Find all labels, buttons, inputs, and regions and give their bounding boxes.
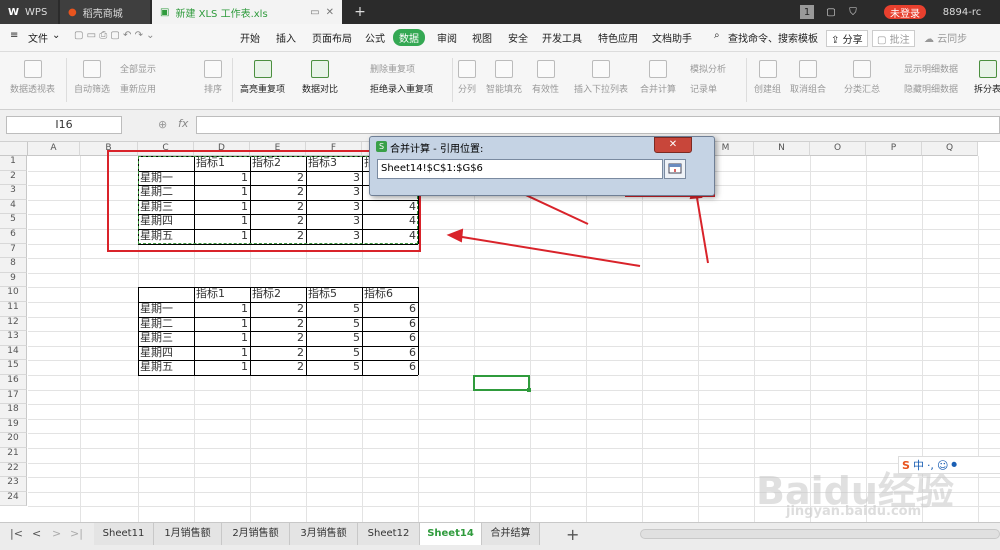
collapse-dialog-button[interactable]	[664, 159, 686, 179]
sheet-tab-bar: |< < > >| + Sheet11 1月销售额 2月销售额 3月销售额 Sheet1…	[0, 522, 1000, 550]
emoji-icon: ☺	[936, 458, 949, 472]
sogou-icon: S	[902, 458, 910, 472]
sheet-tab-7[interactable]: 合并结算	[482, 523, 540, 545]
sheet-tab-1[interactable]: Sheet11	[94, 523, 154, 545]
dialog-title: 合并计算 - 引用位置:	[390, 144, 484, 155]
arrow-to-button	[695, 191, 709, 264]
sheet-tab-4[interactable]: 3月销售额	[290, 523, 358, 545]
close-icon: ✕	[668, 139, 678, 150]
punctuation-icon: ·,	[926, 458, 934, 472]
watermark-url: jingyan.baidu.com	[786, 504, 922, 519]
dialog-app-icon: S	[376, 141, 387, 152]
merge-calc-dialog: S 合并计算 - 引用位置: ✕ Sheet14!$C$1:$G$6	[369, 136, 715, 196]
first-sheet-icon[interactable]: |<	[10, 527, 23, 540]
range-select-icon	[668, 163, 682, 174]
dialog-close-button[interactable]: ✕	[654, 137, 692, 153]
last-sheet-icon[interactable]: >|	[70, 527, 83, 540]
ime-toolbar[interactable]: S 中 ·, ☺ ⏺	[898, 456, 1000, 474]
horizontal-scrollbar[interactable]	[640, 529, 1000, 539]
arrow-to-table	[455, 235, 641, 267]
sheet-tab-2[interactable]: 1月销售额	[154, 523, 222, 545]
ime-mode: 中	[912, 459, 924, 472]
prev-sheet-icon[interactable]: <	[32, 527, 41, 540]
add-sheet-button[interactable]: +	[566, 525, 579, 544]
sheet-tab-5[interactable]: Sheet12	[358, 523, 420, 545]
sheet-tab-3[interactable]: 2月销售额	[222, 523, 290, 545]
arrowhead	[446, 228, 464, 243]
next-sheet-icon[interactable]: >	[52, 527, 61, 540]
mic-icon: ⏺	[951, 458, 957, 471]
sheet-tab-6[interactable]: Sheet14	[420, 523, 482, 545]
reference-input[interactable]: Sheet14!$C$1:$G$6	[377, 159, 663, 179]
